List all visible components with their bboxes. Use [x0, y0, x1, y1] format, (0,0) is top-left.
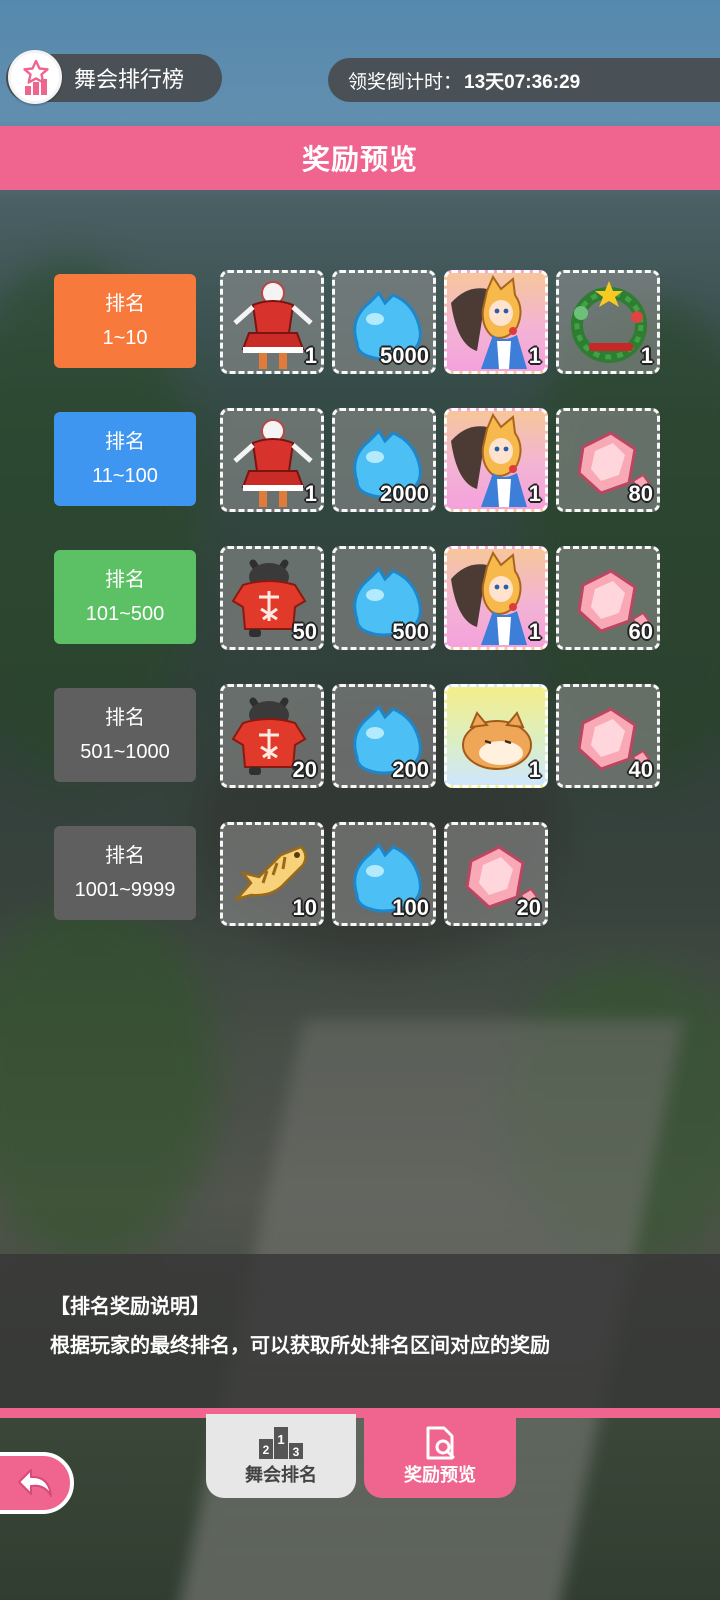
- countdown-label: 领奖倒计时：: [348, 71, 463, 93]
- reward-item[interactable]: 100: [332, 822, 436, 926]
- rank-range: 11~100: [92, 465, 158, 487]
- reward-item[interactable]: 5000: [332, 270, 436, 374]
- tab-reward-preview[interactable]: 奖励预览: [364, 1414, 516, 1498]
- reward-quantity: 1: [304, 343, 317, 368]
- reward-item[interactable]: 80: [556, 408, 660, 512]
- reward-quantity: 100: [392, 895, 429, 920]
- podium-digit-2: 2: [263, 1443, 270, 1457]
- description-title: 【排名奖励说明】: [50, 1296, 210, 1318]
- back-button[interactable]: [0, 1452, 74, 1514]
- reward-quantity: 40: [628, 757, 653, 782]
- rank-range: 1~10: [102, 327, 148, 349]
- banner-title: 奖励预览: [301, 144, 418, 175]
- reward-item[interactable]: 20: [220, 684, 324, 788]
- tab-dance-ranking-label: 舞会排名: [245, 1465, 317, 1485]
- rank-range: 1001~9999: [74, 879, 176, 901]
- reward-quantity: 50: [292, 619, 317, 644]
- rank-badge: 排名 11~100: [54, 412, 196, 506]
- reward-quantity: 1: [304, 481, 317, 506]
- reward-item[interactable]: 10: [220, 822, 324, 926]
- podium-icon: 2 1 3: [259, 1427, 303, 1459]
- reward-item[interactable]: 20: [444, 822, 548, 926]
- reward-item[interactable]: 1: [444, 270, 548, 374]
- reward-row: 排名 101~500 50 500 1 60: [54, 546, 674, 650]
- reward-quantity: 80: [628, 481, 653, 506]
- reward-item[interactable]: 60: [556, 546, 660, 650]
- reward-row: 排名 11~100 1 2000 1 80: [54, 408, 674, 512]
- reward-quantity: 20: [516, 895, 541, 920]
- rank-badge: 排名 1~10: [54, 274, 196, 368]
- rank-range: 501~1000: [80, 741, 170, 763]
- reward-item[interactable]: 1: [444, 684, 548, 788]
- reward-quantity: 1: [528, 481, 541, 506]
- countdown-value: 13天07:36:29: [464, 71, 581, 93]
- reward-item[interactable]: 50: [220, 546, 324, 650]
- leaderboard-title-pill: 舞会排行榜: [6, 50, 222, 104]
- reward-quantity: 1: [528, 619, 541, 644]
- reward-item[interactable]: 200: [332, 684, 436, 788]
- podium-digit-1: 1: [277, 1432, 284, 1447]
- reward-row: 排名 1001~9999 10 100 20: [54, 822, 674, 926]
- description-text: 根据玩家的最终排名，可以获取所处排名区间对应的奖励: [50, 1335, 550, 1357]
- reward-row: 排名 501~1000 20 200 1 40: [54, 684, 674, 788]
- page-title: 舞会排行榜: [74, 67, 185, 92]
- reward-description: 【排名奖励说明】 根据玩家的最终排名，可以获取所处排名区间对应的奖励: [0, 1254, 720, 1408]
- reward-quantity: 60: [628, 619, 653, 644]
- rank-label: 排名: [105, 569, 145, 591]
- reward-quantity: 2000: [380, 481, 429, 506]
- rank-label: 排名: [105, 707, 145, 729]
- rank-badge: 排名 501~1000: [54, 688, 196, 782]
- reward-row: 排名 1~10 1 5000 1 1: [54, 270, 674, 374]
- reward-item[interactable]: 1: [220, 408, 324, 512]
- tab-bar-divider: [0, 1408, 720, 1418]
- reward-quantity: 1: [528, 343, 541, 368]
- ranking-star-icon: [8, 50, 62, 104]
- reward-quantity: 1: [528, 757, 541, 782]
- rank-label: 排名: [105, 845, 145, 867]
- back-arrow-icon: [18, 1469, 52, 1497]
- reward-item[interactable]: 1: [444, 546, 548, 650]
- reward-quantity: 10: [292, 895, 317, 920]
- reward-quantity: 5000: [380, 343, 429, 368]
- tab-reward-preview-label: 奖励预览: [404, 1465, 476, 1485]
- reward-item[interactable]: 500: [332, 546, 436, 650]
- rank-badge: 排名 1001~9999: [54, 826, 196, 920]
- reward-item[interactable]: 1: [220, 270, 324, 374]
- podium-digit-3: 3: [293, 1445, 300, 1459]
- reward-item[interactable]: 1: [556, 270, 660, 374]
- reward-item[interactable]: 1: [444, 408, 548, 512]
- reward-preview-banner: 奖励预览: [0, 126, 720, 190]
- rank-label: 排名: [105, 431, 145, 453]
- reward-quantity: 20: [292, 757, 317, 782]
- reward-item[interactable]: 2000: [332, 408, 436, 512]
- doc-search-icon: [426, 1426, 455, 1460]
- tab-dance-ranking[interactable]: 2 1 3 舞会排名: [206, 1414, 356, 1498]
- reward-quantity: 200: [392, 757, 429, 782]
- rank-range: 101~500: [85, 603, 165, 625]
- rank-label: 排名: [105, 293, 145, 315]
- reward-quantity: 1: [640, 343, 653, 368]
- claim-countdown: 领奖倒计时： 13天07:36:29: [328, 58, 720, 102]
- reward-quantity: 500: [392, 619, 429, 644]
- rank-badge: 排名 101~500: [54, 550, 196, 644]
- reward-item[interactable]: 40: [556, 684, 660, 788]
